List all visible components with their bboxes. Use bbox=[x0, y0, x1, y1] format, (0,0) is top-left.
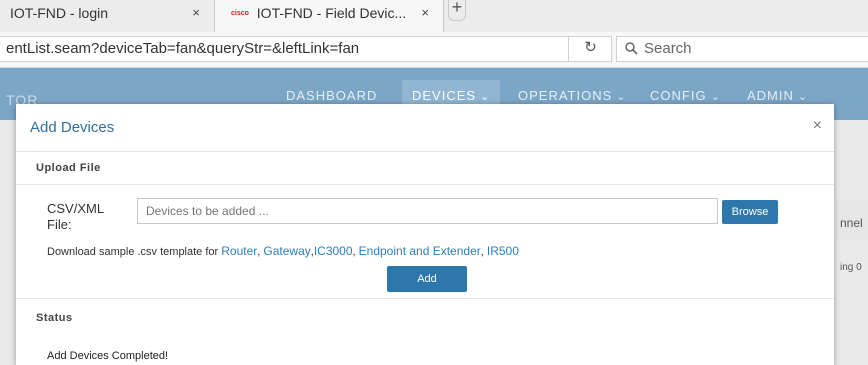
nav-dashboard[interactable]: DASHBOARD bbox=[286, 88, 377, 103]
dialog-title: Add Devices bbox=[30, 119, 115, 136]
divider bbox=[16, 184, 834, 185]
chevron-down-icon: ⌄ bbox=[710, 91, 721, 103]
nav-label: OPERATIONS bbox=[518, 88, 613, 103]
nav-label: DEVICES bbox=[412, 88, 477, 103]
add-devices-dialog: Add Devices × Upload File CSV/XML File: … bbox=[16, 104, 834, 365]
csv-file-input[interactable] bbox=[137, 198, 718, 224]
nav-label: DASHBOARD bbox=[286, 88, 378, 103]
sample-prefix: Download sample .csv template for bbox=[47, 246, 222, 258]
tab-close-icon[interactable]: × bbox=[421, 0, 429, 26]
sample-templates-line: Download sample .csv template for Router… bbox=[47, 244, 519, 258]
status-message: Add Devices Completed! bbox=[47, 350, 169, 362]
dialog-header: Add Devices × bbox=[16, 104, 834, 152]
divider bbox=[16, 298, 834, 299]
ic3000-template-link[interactable]: IC3000 bbox=[314, 244, 353, 258]
csv-file-label: CSV/XML File: bbox=[47, 201, 104, 232]
add-button[interactable]: Add bbox=[387, 266, 467, 292]
router-template-link[interactable]: Router bbox=[221, 244, 257, 258]
browser-tab-login[interactable]: IOT-FND - login × bbox=[0, 0, 214, 32]
chevron-down-icon: ⌄ bbox=[797, 91, 809, 103]
browse-button[interactable]: Browse bbox=[722, 200, 778, 224]
reload-icon[interactable]: ↻ bbox=[568, 36, 612, 62]
gateway-template-link[interactable]: Gateway bbox=[263, 244, 310, 258]
nav-label: CONFIG bbox=[650, 88, 707, 103]
status-heading: Status bbox=[36, 312, 73, 324]
browser-tab-strip: IOT-FND - login × cisco IOT-FND - Field … bbox=[0, 0, 868, 32]
search-input[interactable]: Search bbox=[616, 36, 868, 62]
tab-title: IOT-FND - Field Devic... bbox=[256, 5, 407, 21]
endpoint-extender-template-link[interactable]: Endpoint and Extender bbox=[359, 244, 481, 258]
url-bar[interactable]: entList.seam?deviceTab=fan&queryStr=&lef… bbox=[0, 36, 612, 62]
ir500-template-link[interactable]: IR500 bbox=[487, 244, 519, 258]
chevron-down-icon: ⌄ bbox=[616, 91, 627, 103]
nav-operations[interactable]: OPERATIONS ⌄ bbox=[518, 88, 627, 103]
browser-tab-field-devices[interactable]: cisco IOT-FND - Field Devic... × bbox=[214, 0, 444, 32]
url-text: entList.seam?deviceTab=fan&queryStr=&lef… bbox=[6, 40, 360, 57]
nav-config[interactable]: CONFIG ⌄ bbox=[650, 88, 721, 103]
browser-nav-bar: entList.seam?deviceTab=fan&queryStr=&lef… bbox=[0, 32, 868, 68]
new-tab-button[interactable]: + bbox=[448, 0, 466, 21]
chevron-down-icon: ⌄ bbox=[480, 91, 491, 103]
cisco-favicon-icon: cisco bbox=[231, 10, 249, 18]
search-placeholder: Search bbox=[644, 40, 692, 57]
tab-title: IOT-FND - login bbox=[10, 5, 109, 21]
nav-label: ADMIN bbox=[747, 88, 794, 103]
search-icon bbox=[625, 42, 638, 55]
tab-close-icon[interactable]: × bbox=[192, 0, 200, 26]
nav-admin[interactable]: ADMIN ⌄ bbox=[747, 88, 808, 103]
upload-file-heading: Upload File bbox=[36, 162, 101, 174]
close-icon[interactable]: × bbox=[813, 117, 822, 135]
background-cell: ing 0 bbox=[840, 262, 862, 273]
background-column-header: nnel bbox=[840, 216, 863, 230]
